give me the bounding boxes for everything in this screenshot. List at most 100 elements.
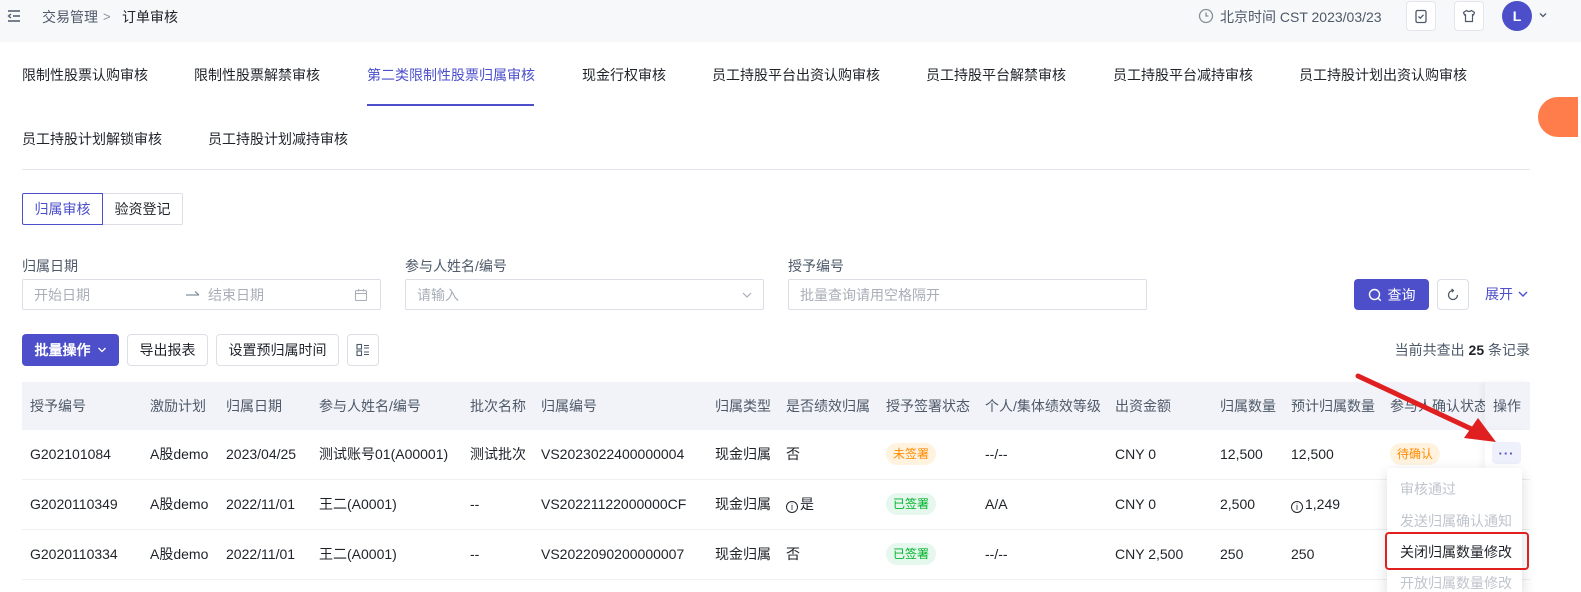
reset-button[interactable] bbox=[1437, 279, 1469, 310]
participant-cell: 测试账号01(A00001) bbox=[319, 446, 449, 462]
chevron-down-icon bbox=[97, 347, 106, 353]
query-button[interactable]: 查询 bbox=[1354, 279, 1429, 310]
vesting-qty-cell: 12,500 bbox=[1220, 446, 1263, 462]
participant-label: 参与人姓名/编号 bbox=[405, 258, 507, 274]
tab-cash-exercise[interactable]: 现金行权审核 bbox=[582, 66, 666, 84]
skin-button[interactable] bbox=[1454, 1, 1484, 31]
grant-no-label: 授予编号 bbox=[788, 258, 844, 274]
column-header: 归属编号 bbox=[541, 398, 597, 414]
tab-class2-vesting[interactable]: 第二类限制性股票归属审核 bbox=[367, 66, 535, 84]
table-row[interactable]: G202101084 A股demo 2023/04/25 测试账号01(A000… bbox=[22, 430, 1530, 480]
segment-vesting-audit[interactable]: 归属审核 bbox=[22, 193, 103, 225]
performance-vesting-cell: i是 bbox=[786, 496, 814, 513]
vesting-date-range-picker[interactable]: 开始日期 结束日期 bbox=[22, 279, 381, 310]
column-settings-icon bbox=[356, 343, 369, 357]
vesting-date-cell: 2023/04/25 bbox=[226, 446, 297, 462]
estimated-qty-cell: i 1,249 bbox=[1291, 496, 1340, 513]
performance-grade-cell: --/-- bbox=[985, 546, 1008, 562]
participant-cell: 王二(A0001) bbox=[319, 496, 397, 512]
tab-esop-plan-subscription[interactable]: 员工持股计划出资认购审核 bbox=[1299, 66, 1467, 84]
estimated-qty-cell: 250 bbox=[1291, 546, 1315, 562]
breadcrumb-separator: > bbox=[103, 9, 111, 24]
sign-status-badge: 未签署 bbox=[886, 443, 937, 465]
tab-esop-plan-reduce[interactable]: 员工持股计划减持审核 bbox=[208, 130, 348, 148]
column-header: 激励计划 bbox=[150, 398, 206, 414]
column-header: 批次名称 bbox=[470, 398, 526, 414]
breadcrumb-parent[interactable]: 交易管理 bbox=[42, 8, 98, 26]
column-header: 个人/集体绩效等级 bbox=[985, 398, 1101, 414]
estimated-qty-cell: 12,500 bbox=[1291, 446, 1334, 462]
grant-no-placeholder: 批量查询请用空格隔开 bbox=[800, 287, 940, 303]
avatar[interactable]: L bbox=[1502, 1, 1532, 31]
vesting-date-cell: 2022/11/01 bbox=[226, 496, 296, 512]
batch-cell: -- bbox=[470, 496, 480, 512]
chevron-down-icon bbox=[1518, 291, 1528, 297]
shirt-icon bbox=[1462, 9, 1476, 23]
menu-item-send-confirm-notice[interactable]: 发送归属确认通知 bbox=[1400, 512, 1512, 530]
vesting-date-cell: 2022/11/01 bbox=[226, 546, 296, 562]
batch-operation-button[interactable]: 批量操作 bbox=[22, 334, 119, 366]
info-icon[interactable]: i bbox=[786, 501, 798, 513]
vesting-no-cell: VS20221122000000CF bbox=[541, 496, 687, 512]
column-header: 参与人姓名/编号 bbox=[319, 398, 421, 414]
table-row[interactable]: G2020110349 A股demo 2022/11/01 王二(A0001) … bbox=[22, 480, 1530, 530]
export-report-button[interactable]: 导出报表 bbox=[127, 334, 208, 366]
performance-grade-cell: --/-- bbox=[985, 446, 1008, 462]
performance-vesting-cell: 否 bbox=[786, 446, 800, 462]
annotation-highlight-box bbox=[1385, 532, 1529, 570]
grant-no-cell: G2020110334 bbox=[30, 546, 118, 562]
table-header: 授予编号 激励计划 归属日期 参与人姓名/编号 批次名称 归属编号 归属类型 是… bbox=[22, 382, 1530, 430]
batch-cell: -- bbox=[470, 546, 480, 562]
query-button-label: 查询 bbox=[1387, 286, 1416, 303]
chevron-down-icon bbox=[742, 292, 752, 298]
clipboard-check-icon bbox=[1415, 9, 1427, 24]
column-header: 出资金额 bbox=[1115, 398, 1171, 414]
segment-capital-verification[interactable]: 验资登记 bbox=[102, 193, 183, 225]
refresh-icon bbox=[1447, 288, 1459, 300]
tab-esop-platform-unlock[interactable]: 员工持股平台解禁审核 bbox=[926, 66, 1066, 84]
table-row[interactable]: G2020110334 A股demo 2022/11/01 王二(A0001) … bbox=[22, 530, 1530, 580]
tab-restricted-subscription[interactable]: 限制性股票认购审核 bbox=[22, 66, 148, 84]
column-header: 授予签署状态 bbox=[886, 398, 970, 414]
menu-item-approve[interactable]: 审核通过 bbox=[1400, 480, 1456, 498]
expand-label: 展开 bbox=[1485, 286, 1513, 302]
chevron-down-icon[interactable] bbox=[1538, 10, 1548, 20]
record-count-suffix: 条记录 bbox=[1488, 342, 1530, 358]
grant-no-input[interactable]: 批量查询请用空格隔开 bbox=[788, 279, 1147, 310]
participant-placeholder: 请输入 bbox=[417, 287, 459, 303]
record-count: 当前共查出 25 条记录 bbox=[1395, 342, 1530, 358]
record-count-prefix: 当前共查出 bbox=[1394, 342, 1465, 358]
vesting-qty-cell: 2,500 bbox=[1220, 496, 1256, 512]
floating-help-widget[interactable] bbox=[1538, 97, 1578, 137]
search-icon bbox=[1368, 288, 1381, 301]
annotation-arrow-icon bbox=[1355, 373, 1496, 442]
column-header: 归属类型 bbox=[715, 398, 771, 414]
performance-vesting-value: 是 bbox=[800, 496, 814, 512]
task-button[interactable] bbox=[1406, 1, 1436, 31]
server-time: 北京时间 CST 2023/03/23 bbox=[1220, 9, 1382, 25]
column-header: 归属数量 bbox=[1220, 398, 1276, 414]
expand-filters-toggle[interactable]: 展开 bbox=[1485, 285, 1529, 303]
vesting-date-label: 归属日期 bbox=[22, 258, 78, 274]
active-tab-indicator bbox=[367, 104, 534, 106]
tab-restricted-unlock[interactable]: 限制性股票解禁审核 bbox=[194, 66, 320, 84]
start-date-placeholder: 开始日期 bbox=[34, 287, 90, 303]
menu-collapse-icon[interactable] bbox=[6, 8, 22, 24]
set-pre-vesting-time-button[interactable]: 设置预归属时间 bbox=[216, 334, 339, 366]
column-header: 归属日期 bbox=[226, 398, 282, 414]
tab-esop-platform-subscription[interactable]: 员工持股平台出资认购审核 bbox=[712, 66, 880, 84]
sign-status-badge: 已签署 bbox=[886, 543, 937, 565]
breadcrumb-current: 订单审核 bbox=[122, 9, 178, 25]
column-header: 授予编号 bbox=[30, 398, 86, 414]
column-settings-button[interactable] bbox=[347, 334, 379, 366]
participant-select[interactable]: 请输入 bbox=[405, 279, 764, 310]
tab-esop-plan-unlock[interactable]: 员工持股计划解锁审核 bbox=[22, 130, 162, 148]
info-icon[interactable]: i bbox=[1291, 501, 1303, 513]
end-date-placeholder: 结束日期 bbox=[208, 287, 264, 303]
menu-item-open-qty-edit[interactable]: 开放归属数量修改 bbox=[1400, 574, 1512, 592]
vesting-type-cell: 现金归属 bbox=[715, 496, 771, 512]
grant-no-cell: G202101084 bbox=[30, 446, 111, 462]
amount-cell: CNY 0 bbox=[1115, 446, 1156, 462]
tab-esop-platform-reduce[interactable]: 员工持股平台减持审核 bbox=[1113, 66, 1253, 84]
audit-type-tabs: 限制性股票认购审核 限制性股票解禁审核 第二类限制性股票归属审核 现金行权审核 … bbox=[22, 42, 1530, 170]
